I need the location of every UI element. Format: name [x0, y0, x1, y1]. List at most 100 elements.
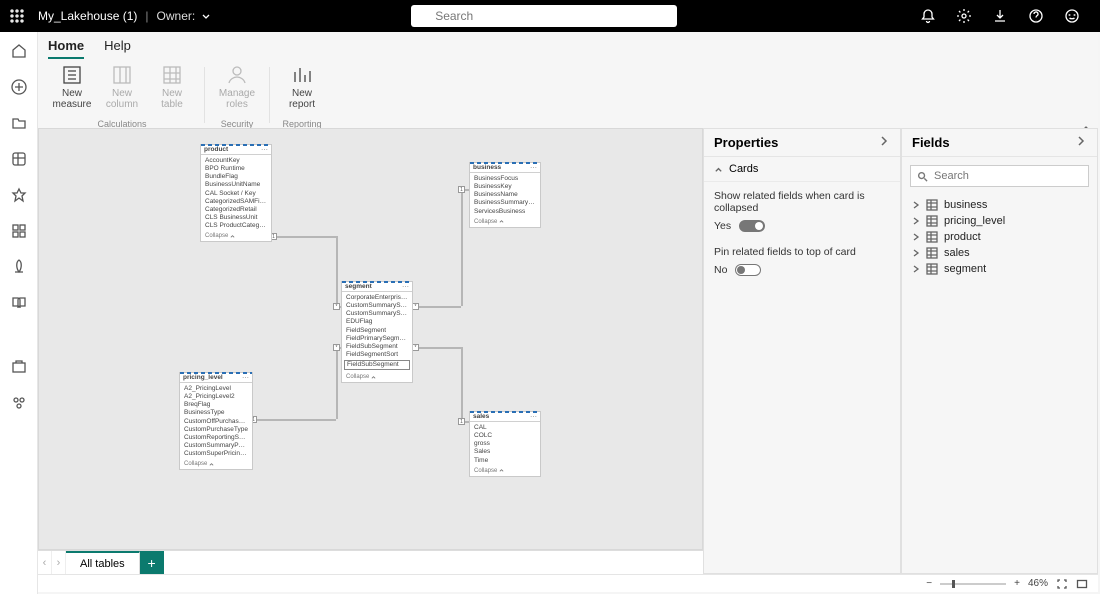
title-separator: |: [145, 9, 148, 23]
show-related-label: Show related fields when card is collaps…: [714, 190, 890, 214]
properties-title: Properties: [714, 135, 778, 150]
create-icon[interactable]: [10, 78, 28, 96]
data-hub-icon[interactable]: [10, 150, 28, 168]
workspace-icon[interactable]: [10, 358, 28, 376]
fields-title: Fields: [912, 135, 950, 150]
search-placeholder: Search: [435, 9, 473, 23]
fullscreen-icon[interactable]: [1076, 578, 1088, 590]
notifications-icon[interactable]: [920, 8, 936, 24]
learn-icon[interactable]: [10, 294, 28, 312]
card-menu-icon[interactable]: ⋯: [242, 374, 250, 382]
cards-label: Cards: [729, 163, 758, 175]
zoom-in-button[interactable]: +: [1014, 578, 1020, 589]
zoom-out-button[interactable]: −: [926, 578, 932, 589]
ribbon-group-reporting: New report Reporting: [274, 63, 330, 133]
browse-icon[interactable]: [10, 114, 28, 132]
table-rows: AccountKeyBPO RuntimeBundleFlagBusinessU…: [201, 155, 271, 232]
fields-item-pricing-level[interactable]: pricing_level: [908, 213, 1091, 229]
table-name: segment: [345, 283, 372, 290]
home-icon[interactable]: [10, 42, 28, 60]
new-report-label: New report: [289, 89, 315, 110]
status-bar: − + 46%: [38, 574, 1098, 592]
collapse-toggle[interactable]: Collapse: [470, 467, 540, 476]
global-search[interactable]: Search: [411, 5, 677, 27]
collapse-panel-icon[interactable]: [878, 135, 890, 150]
fields-item-product[interactable]: product: [908, 229, 1091, 245]
zoom-value: 46%: [1028, 578, 1048, 589]
search-icon: [917, 171, 928, 182]
table-card-business[interactable]: business ⋯ BusinessFocusBusinessKeyBusine…: [469, 162, 541, 228]
fields-search-input[interactable]: Search: [910, 165, 1089, 187]
deploy-icon[interactable]: [10, 258, 28, 276]
collapse-toggle[interactable]: Collapse: [201, 232, 271, 241]
pin-related-label: Pin related fields to top of card: [714, 246, 890, 258]
table-name: business: [473, 164, 501, 171]
tab-all-tables[interactable]: All tables: [66, 551, 140, 574]
new-table-label: New table: [161, 89, 183, 110]
help-icon[interactable]: [1028, 8, 1044, 24]
feedback-icon[interactable]: [1064, 8, 1080, 24]
title-bar: My_Lakehouse (1) | Owner: Search: [0, 0, 1100, 32]
toggle-yes-label: Yes: [714, 220, 731, 232]
apps-icon[interactable]: [10, 222, 28, 240]
ribbon-group-security: Manage roles Security: [209, 63, 265, 133]
table-name: sales: [473, 413, 489, 420]
table-rows: BusinessFocusBusinessKeyBusinessNameBusi…: [470, 173, 540, 218]
collapse-toggle[interactable]: Collapse: [342, 373, 412, 382]
table-card-sales[interactable]: sales⋯ CALCOLCgrossSalesTime Collapse: [469, 411, 541, 477]
fields-item-business[interactable]: business: [908, 197, 1091, 213]
table-card-product[interactable]: product ⋯ AccountKeyBPO RuntimeBundleFlag…: [200, 144, 272, 242]
new-column-button: New column: [100, 63, 144, 119]
tab-nav-prev[interactable]: ‹: [38, 551, 52, 574]
add-view-tab-button[interactable]: +: [140, 551, 164, 574]
tab-home[interactable]: Home: [48, 38, 84, 59]
app-launcher-icon[interactable]: [10, 9, 24, 23]
chevron-down-icon: [201, 11, 211, 21]
card-menu-icon[interactable]: ⋯: [530, 164, 538, 172]
table-rows: CorporateEnterpriseFlagCustomSummarySect…: [342, 292, 412, 373]
card-menu-icon[interactable]: ⋯: [530, 413, 538, 421]
show-related-toggle[interactable]: [739, 220, 765, 232]
collapse-panel-icon[interactable]: [1075, 135, 1087, 150]
table-rows: A2_PricingLevelA2_PricingLevel2BreqFlagB…: [180, 383, 252, 460]
fit-to-screen-icon[interactable]: [1056, 578, 1068, 590]
ribbon: Home Help New measure New column New tab…: [38, 32, 1098, 135]
settings-icon[interactable]: [956, 8, 972, 24]
model-canvas[interactable]: 1 * * 1 * 1 1 * product⋯ AccountKeyBPO R…: [38, 128, 703, 550]
collapse-toggle[interactable]: Collapse: [470, 218, 540, 227]
workspaces-icon[interactable]: [10, 394, 28, 412]
fields-item-segment[interactable]: segment: [908, 261, 1091, 277]
owner-label: Owner:: [157, 9, 196, 23]
tab-help[interactable]: Help: [104, 38, 131, 59]
owner-dropdown[interactable]: Owner:: [157, 9, 212, 23]
table-name: product: [204, 146, 228, 153]
card-menu-icon[interactable]: ⋯: [261, 146, 269, 154]
toggle-no-label: No: [714, 264, 727, 276]
properties-panel: Properties Cards Show related fields whe…: [703, 128, 901, 574]
metrics-icon[interactable]: [10, 186, 28, 204]
tab-nav-next[interactable]: ›: [52, 551, 66, 574]
download-icon[interactable]: [992, 8, 1008, 24]
card-menu-icon[interactable]: ⋯: [402, 283, 410, 291]
cards-accordion[interactable]: Cards: [704, 157, 900, 182]
new-measure-button[interactable]: New measure: [50, 63, 94, 119]
search-icon: [417, 10, 429, 22]
table-name: pricing_level: [183, 374, 223, 381]
new-report-button[interactable]: New report: [280, 63, 324, 119]
zoom-slider[interactable]: [940, 583, 1006, 585]
table-card-segment[interactable]: segment ⋯ CorporateEnterpriseFlagCustomSu…: [341, 281, 413, 383]
table-card-pricing-level[interactable]: pricing_level ⋯ A2_PricingLevelA2_Pricing…: [179, 372, 253, 470]
new-table-button: New table: [150, 63, 194, 119]
new-measure-label: New measure: [53, 89, 92, 110]
new-column-label: New column: [106, 89, 138, 110]
left-nav-rail: [0, 32, 38, 594]
fields-panel: Fields Search business pricing_level pro…: [901, 128, 1098, 574]
manage-roles-label: Manage roles: [219, 89, 255, 110]
fields-item-sales[interactable]: sales: [908, 245, 1091, 261]
collapse-toggle[interactable]: Collapse: [180, 460, 252, 469]
fields-list: business pricing_level product sales seg…: [902, 195, 1097, 279]
pin-related-toggle[interactable]: [735, 264, 761, 276]
chevron-up-icon: [714, 165, 723, 174]
fields-search-placeholder: Search: [934, 170, 969, 182]
view-tabs-bar: ‹ › All tables +: [38, 550, 703, 574]
